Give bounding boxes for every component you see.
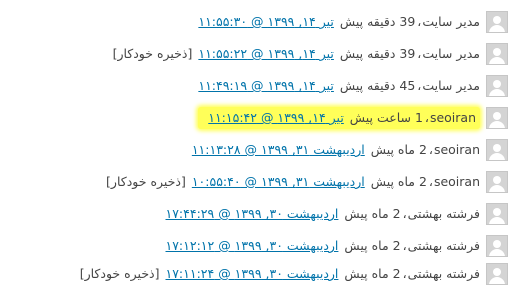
revision-row: مدیر سایت ، 39 دقیقه پیش تیر ۱۴, ۱۳۹۹ @ ۱… <box>192 11 508 33</box>
revision-row: فرشته بهشتی ، 2 ماه پیش اردیبهشت ۳۰, ۱۳۹۹… <box>80 263 508 285</box>
revision-time-ago: 39 دقیقه پیش <box>339 14 416 29</box>
separator: ، <box>417 78 422 93</box>
avatar <box>486 107 508 129</box>
avatar <box>486 75 508 97</box>
separator: ، <box>402 206 407 221</box>
revision-date-link[interactable]: تیر ۱۴, ۱۳۹۹ @ ۱۱:۵۵:۳۰ <box>198 11 334 33</box>
autosave-label: [ذخیره خودکار] <box>79 266 160 281</box>
revision-row: مدیر سایت ، 45 دقیقه پیش تیر ۱۴, ۱۳۹۹ @ ۱… <box>192 75 508 97</box>
revision-meta: مدیر سایت ، 39 دقیقه پیش تیر ۱۴, ۱۳۹۹ @ ۱… <box>113 43 480 65</box>
separator: ، <box>417 46 422 61</box>
revision-date-link[interactable]: اردیبهشت ۳۱, ۱۳۹۹ @ ۱۰:۵۵:۴۰ <box>192 171 365 193</box>
revision-author: seoiran <box>433 142 480 157</box>
revision-row: seoiran ، 2 ماه پیش اردیبهشت ۳۱, ۱۳۹۹ @ ۱… <box>186 139 508 161</box>
revision-date-link[interactable]: تیر ۱۴, ۱۳۹۹ @ ۱۱:۱۵:۴۲ <box>208 107 344 129</box>
revision-meta: فرشته بهشتی ، 2 ماه پیش اردیبهشت ۳۰, ۱۳۹۹… <box>160 235 481 257</box>
revision-author: فرشته بهشتی <box>407 266 480 281</box>
revision-time-ago: 2 ماه پیش <box>370 174 427 189</box>
revision-meta: seoiran ، 2 ماه پیش اردیبهشت ۳۱, ۱۳۹۹ @ ۱… <box>186 139 480 161</box>
separator: ، <box>402 266 407 281</box>
revision-date-link[interactable]: اردیبهشت ۳۰, ۱۳۹۹ @ ۱۷:۴۴:۲۹ <box>166 203 339 225</box>
autosave-label: [ذخیره خودکار] <box>106 174 186 189</box>
revision-author: seoiran <box>429 110 476 125</box>
revision-meta: فرشته بهشتی ، 2 ماه پیش اردیبهشت ۳۰, ۱۳۹۹… <box>80 263 480 285</box>
avatar <box>486 139 508 161</box>
avatar <box>486 11 508 33</box>
revision-author: seoiran <box>433 174 480 189</box>
separator: ، <box>428 142 433 157</box>
revision-author: مدیر سایت <box>422 46 480 61</box>
avatar <box>486 43 508 65</box>
revision-date-link[interactable]: تیر ۱۴, ۱۳۹۹ @ ۱۱:۴۹:۱۹ <box>198 75 334 97</box>
avatar <box>486 203 508 225</box>
revision-date-link[interactable]: اردیبهشت ۳۰, ۱۳۹۹ @ ۱۷:۱۲:۱۲ <box>166 235 339 257</box>
revision-author: مدیر سایت <box>422 78 480 93</box>
revision-time-ago: 2 ماه پیش <box>344 206 401 221</box>
revision-meta: مدیر سایت ، 39 دقیقه پیش تیر ۱۴, ۱۳۹۹ @ ۱… <box>192 11 480 33</box>
revision-author: فرشته بهشتی <box>407 206 480 221</box>
revision-author: فرشته بهشتی <box>407 238 480 253</box>
revisions-list: مدیر سایت ، 39 دقیقه پیش تیر ۱۴, ۱۳۹۹ @ ۱… <box>0 0 514 290</box>
avatar <box>486 235 508 257</box>
autosave-label: [ذخیره خودکار] <box>112 46 193 61</box>
revision-meta: مدیر سایت ، 45 دقیقه پیش تیر ۱۴, ۱۳۹۹ @ ۱… <box>192 75 480 97</box>
avatar <box>486 171 508 193</box>
revision-time-ago: 39 دقیقه پیش <box>339 46 416 61</box>
separator: ، <box>428 174 433 189</box>
revision-meta: seoiran ، 2 ماه پیش اردیبهشت ۳۱, ۱۳۹۹ @ ۱… <box>106 171 480 193</box>
revision-row: فرشته بهشتی ، 2 ماه پیش اردیبهشت ۳۰, ۱۳۹۹… <box>160 235 508 257</box>
revision-time-ago: 1 ساعت پیش <box>349 110 423 125</box>
revision-time-ago: 45 دقیقه پیش <box>339 78 416 93</box>
revision-date-link[interactable]: اردیبهشت ۳۱, ۱۳۹۹ @ ۱۱:۱۳:۲۸ <box>192 139 365 161</box>
revision-row: فرشته بهشتی ، 2 ماه پیش اردیبهشت ۳۰, ۱۳۹۹… <box>160 203 508 225</box>
revision-time-ago: 2 ماه پیش <box>344 266 401 281</box>
revision-meta: seoiran ، 1 ساعت پیش تیر ۱۴, ۱۳۹۹ @ ۱۱:۱۵… <box>198 107 480 129</box>
revision-date-link[interactable]: تیر ۱۴, ۱۳۹۹ @ ۱۱:۵۵:۲۲ <box>198 43 334 65</box>
revision-row: seoiran ، 2 ماه پیش اردیبهشت ۳۱, ۱۳۹۹ @ ۱… <box>106 171 508 193</box>
avatar <box>486 263 508 285</box>
revision-meta: فرشته بهشتی ، 2 ماه پیش اردیبهشت ۳۰, ۱۳۹۹… <box>160 203 481 225</box>
revision-date-link[interactable]: اردیبهشت ۳۰, ۱۳۹۹ @ ۱۷:۱۱:۲۴ <box>166 263 339 285</box>
separator: ، <box>402 238 407 253</box>
revision-author: مدیر سایت <box>422 14 480 29</box>
revision-row-current: seoiran ، 1 ساعت پیش تیر ۱۴, ۱۳۹۹ @ ۱۱:۱۵… <box>198 107 508 129</box>
revision-time-ago: 2 ماه پیش <box>370 142 427 157</box>
revision-time-ago: 2 ماه پیش <box>344 238 401 253</box>
revision-row: مدیر سایت ، 39 دقیقه پیش تیر ۱۴, ۱۳۹۹ @ ۱… <box>113 43 508 65</box>
separator: ، <box>424 110 429 125</box>
separator: ، <box>417 14 422 29</box>
